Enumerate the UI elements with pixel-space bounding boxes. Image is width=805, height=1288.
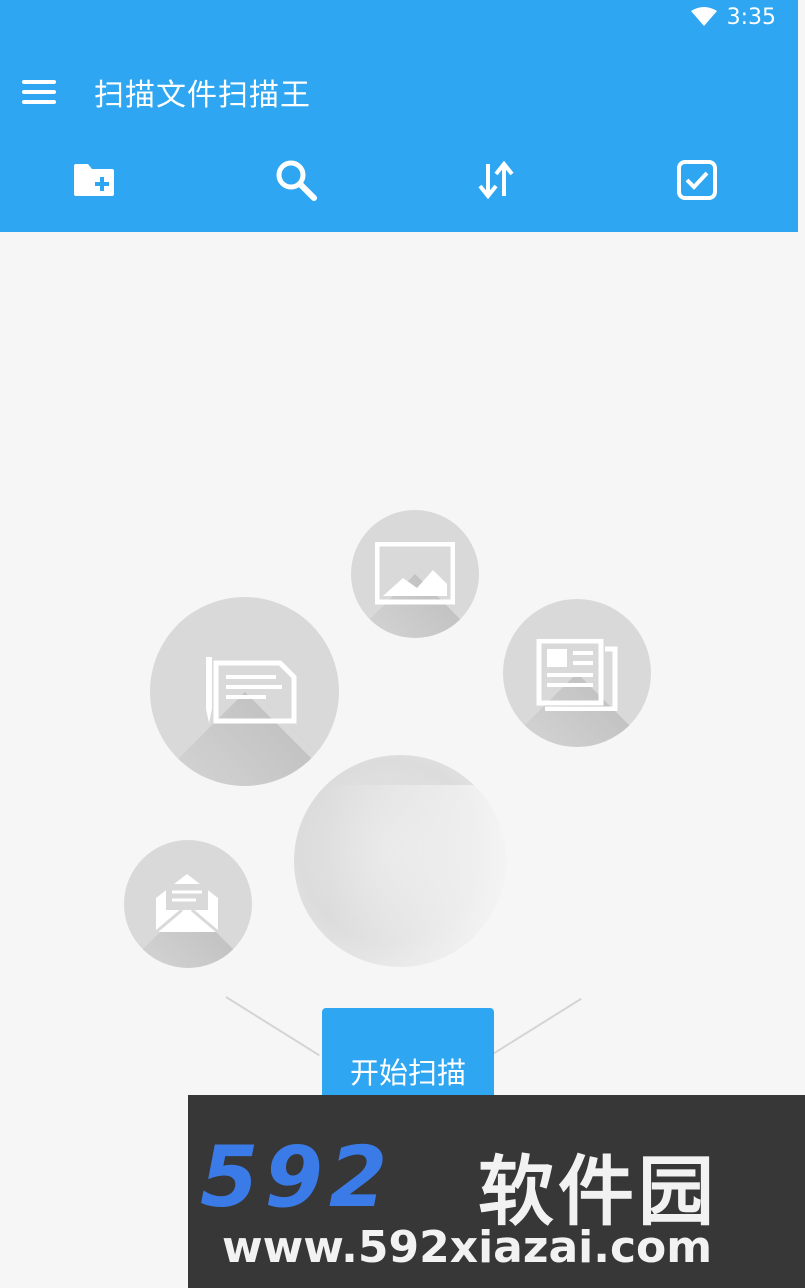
new-folder-button[interactable] (64, 150, 124, 210)
document-sign-icon (206, 657, 297, 724)
newspaper-icon (536, 639, 618, 711)
start-scan-button[interactable]: 开始扫描 (322, 1008, 494, 1104)
document-bubble (150, 597, 339, 786)
sort-button[interactable] (466, 150, 526, 210)
page-title: 扫描文件扫描王 (94, 78, 311, 113)
select-button[interactable] (667, 150, 727, 210)
app-bar: 3:35 扫描文件扫描王 (0, 0, 798, 232)
newspaper-bubble (503, 599, 651, 747)
mail-icon (155, 874, 219, 934)
image-icon (375, 542, 455, 605)
hamburger-menu-icon[interactable] (22, 78, 56, 106)
connector-line-right (487, 997, 582, 1058)
search-button[interactable] (266, 150, 326, 210)
search-icon (276, 160, 317, 201)
scan-bubble-fade (330, 785, 710, 985)
status-time: 3:35 (726, 4, 776, 30)
toolbar (0, 150, 798, 214)
mail-bubble (124, 840, 252, 968)
watermark-url: www.592xiazai.com (222, 1222, 713, 1273)
new-folder-icon (74, 164, 114, 196)
wifi-icon (690, 7, 717, 26)
select-checkbox-icon (677, 160, 717, 200)
connector-line-left (225, 996, 320, 1057)
sort-icon (478, 160, 514, 200)
image-bubble (351, 510, 479, 638)
status-bar: 3:35 (690, 4, 776, 30)
watermark-logo: 592 (200, 1128, 394, 1226)
